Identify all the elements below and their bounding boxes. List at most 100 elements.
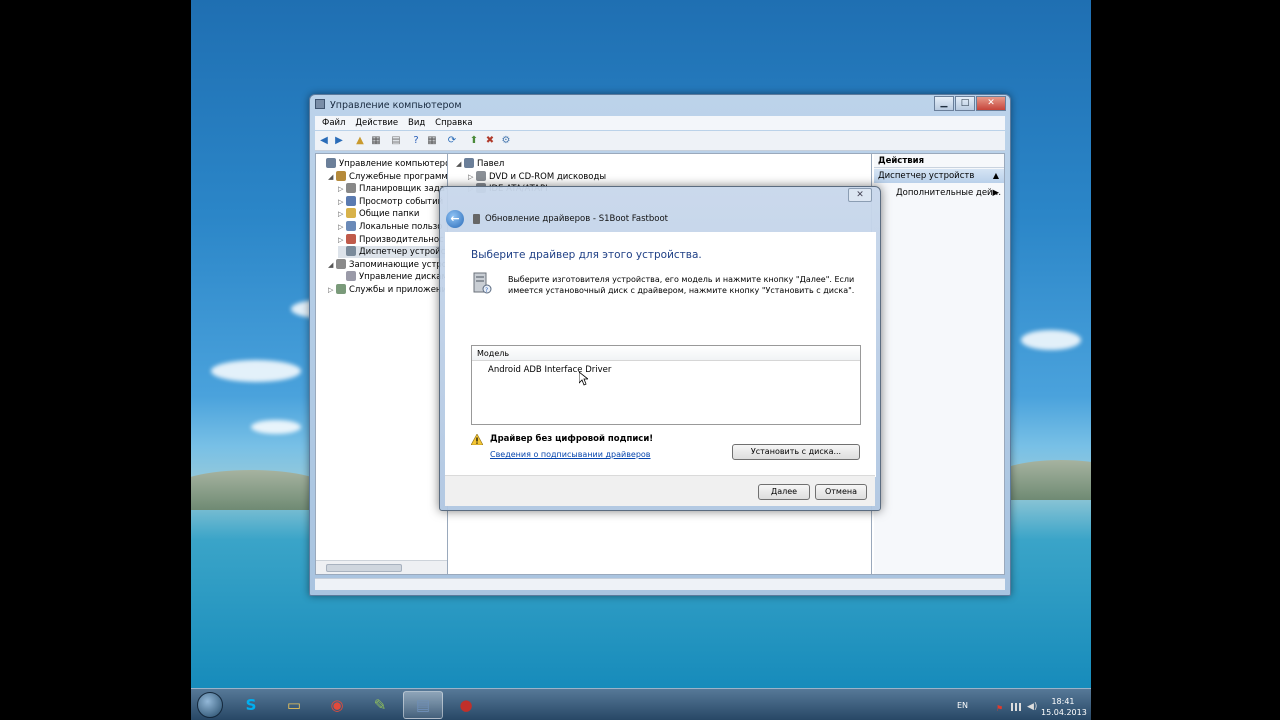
device-category[interactable]: ◢ Павел xyxy=(456,158,504,170)
model-list[interactable]: Модель Android ADB Interface Driver xyxy=(471,345,861,425)
taskbar-explorer-button[interactable]: ▭ xyxy=(274,691,314,719)
tree-item[interactable]: ▷ Службы и приложения xyxy=(328,284,448,296)
taskbar: S ▭ ◉ ✎ ▤ ● EN ⚑ ◀) 18:41 15.04.2013 xyxy=(191,688,1091,720)
warning-icon xyxy=(471,434,483,445)
language-indicator[interactable]: EN xyxy=(957,701,968,710)
taskbar-chrome-button[interactable]: ◉ xyxy=(317,691,357,719)
tree-expander-icon[interactable]: ◢ xyxy=(328,171,336,183)
menu-view[interactable]: Вид xyxy=(408,116,425,130)
services-icon xyxy=(336,284,346,294)
cloud xyxy=(211,360,301,382)
clock[interactable]: 18:41 15.04.2013 xyxy=(1041,696,1087,718)
taskbar-notepad-button[interactable]: ✎ xyxy=(360,691,400,719)
menu-action[interactable]: Действие xyxy=(355,116,398,130)
tree-item[interactable]: ◢ Запоминающие устрой xyxy=(328,258,447,271)
computer-tower-icon: ? xyxy=(473,272,492,294)
help-icon[interactable]: ? xyxy=(409,134,423,148)
tree-expander-icon[interactable]: ▷ xyxy=(338,196,346,208)
performance-icon xyxy=(346,233,356,244)
minimize-button[interactable]: ▁ xyxy=(934,96,954,111)
dialog-close-button[interactable]: ✕ xyxy=(848,188,872,202)
back-button[interactable]: ← xyxy=(446,210,464,228)
model-column-header[interactable]: Модель xyxy=(472,346,860,361)
update-driver-icon[interactable]: ⬆ xyxy=(467,134,481,148)
tree-expander-icon[interactable]: ▷ xyxy=(338,208,346,220)
menu-help[interactable]: Справка xyxy=(435,116,472,130)
tree-item-label: Производительнос xyxy=(359,234,444,245)
navigation-tree: Управление компьютером (л◢Служебные прог… xyxy=(316,154,448,574)
unsigned-driver-warning: Драйвер без цифровой подписи! xyxy=(490,434,654,444)
driver-signing-link[interactable]: Сведения о подписывании драйверов xyxy=(490,450,651,459)
view-icon[interactable]: ▦ xyxy=(425,134,439,148)
menu-file[interactable]: Файл xyxy=(322,116,345,130)
start-button[interactable] xyxy=(197,692,223,718)
actions-pane: Действия Диспетчер устройств ▲ Дополните… xyxy=(874,154,1004,574)
maximize-button[interactable]: □ xyxy=(955,96,975,111)
install-from-disk-button[interactable]: Установить с диска... xyxy=(732,444,860,460)
scrollbar-thumb[interactable] xyxy=(326,564,402,572)
tree-expander-icon[interactable]: ▷ xyxy=(338,234,346,246)
tree-expander-icon[interactable]: ▷ xyxy=(328,284,336,296)
more-actions-link[interactable]: Дополнительные дей… ▶ xyxy=(896,188,1004,198)
device-category[interactable]: ▷ DVD и CD-ROM дисководы xyxy=(468,170,607,183)
close-button[interactable]: ✕ xyxy=(976,96,1006,111)
tree-item[interactable]: ▷ Просмотр событий xyxy=(338,195,443,208)
cancel-button[interactable]: Отмена xyxy=(815,484,867,500)
dialog-description: Выберите изготовителя устройства, его мо… xyxy=(508,275,855,295)
action-center-flag-icon[interactable]: ⚑ xyxy=(996,704,1003,713)
taskbar-skype-button[interactable]: S xyxy=(231,691,271,719)
up-folder-icon[interactable]: ▲ xyxy=(353,134,367,148)
tree-item[interactable]: ▷ Локальные пользо xyxy=(338,221,443,233)
tree-expander-icon[interactable]: ◢ xyxy=(456,158,464,170)
device-category-label: Павел xyxy=(477,159,505,169)
tree-expander-icon[interactable]: ◢ xyxy=(328,259,336,271)
shared-folder-icon xyxy=(346,208,356,219)
next-button[interactable]: Далее xyxy=(758,484,810,500)
tree-item-label: Управление дисками xyxy=(359,272,448,283)
skype-icon: S xyxy=(245,696,257,714)
forward-arrow-icon[interactable]: ▶ xyxy=(332,134,346,148)
actions-group-device-manager[interactable]: Диспетчер устройств ▲ xyxy=(874,169,1004,183)
tree-item-label: Планировщик задач xyxy=(359,184,448,195)
network-icon[interactable] xyxy=(1011,703,1021,711)
tree-item[interactable]: ▷ Производительнос xyxy=(338,233,444,246)
clock-time: 18:41 xyxy=(1051,697,1075,706)
back-arrow-icon[interactable]: ◀ xyxy=(317,134,331,148)
recorder-icon: ● xyxy=(459,696,473,714)
notepad-icon: ✎ xyxy=(373,696,387,714)
scan-hardware-icon[interactable]: ⟳ xyxy=(445,134,459,148)
status-bar xyxy=(315,578,1005,590)
device-icon xyxy=(473,214,480,224)
dialog-body: Выберите драйвер для этого устройства. ?… xyxy=(445,232,876,477)
tree-expander-icon[interactable]: ▷ xyxy=(468,171,476,183)
uninstall-icon[interactable]: ✖ xyxy=(483,134,497,148)
show-hide-tree-icon[interactable]: ▦ xyxy=(369,134,383,148)
collapse-arrow-icon[interactable]: ▲ xyxy=(993,169,999,183)
tree-item[interactable]: ▷ Планировщик задач xyxy=(338,183,448,195)
taskbar-recorder-button[interactable]: ● xyxy=(446,691,486,719)
submenu-arrow-icon: ▶ xyxy=(992,188,999,198)
tree-item-label: Службы и приложения xyxy=(349,285,448,295)
explorer-icon: ▭ xyxy=(286,696,302,714)
list-item[interactable]: Android ADB Interface Driver xyxy=(488,365,611,375)
tree-expander-icon[interactable]: ▷ xyxy=(338,183,346,195)
tree-item[interactable]: Управление дисками xyxy=(338,271,448,283)
scan-changes-icon[interactable]: ⚙ xyxy=(499,134,513,148)
device-category-label: DVD и CD-ROM дисководы xyxy=(489,171,607,182)
menu-bar: Файл Действие Вид Справка xyxy=(315,116,1005,130)
tree-horizontal-scrollbar[interactable] xyxy=(316,560,447,574)
properties-icon[interactable]: ▤ xyxy=(389,134,403,148)
taskbar-computer-management-button[interactable]: ▤ xyxy=(403,691,443,719)
title-bar[interactable]: Управление компьютером ▁ □ ✕ xyxy=(310,95,1010,115)
tree-item[interactable]: ▷ Общие папки xyxy=(338,208,419,220)
tree-item[interactable]: Диспетчер устройст xyxy=(338,246,447,259)
volume-icon[interactable]: ◀) xyxy=(1027,702,1037,712)
computer-icon xyxy=(464,158,474,168)
device-icon xyxy=(476,170,486,181)
tree-item[interactable]: Управление компьютером (л xyxy=(318,158,447,170)
tree-expander-icon[interactable]: ▷ xyxy=(338,221,346,233)
toolbar: ◀ ▶ ▲ ▦ ▤ ? ▦ ⟳ ⬆ ✖ ⚙ xyxy=(315,131,1005,151)
clock-icon xyxy=(346,183,356,194)
computer-icon xyxy=(326,158,336,168)
tree-item[interactable]: ◢ Служебные программы xyxy=(328,170,447,183)
